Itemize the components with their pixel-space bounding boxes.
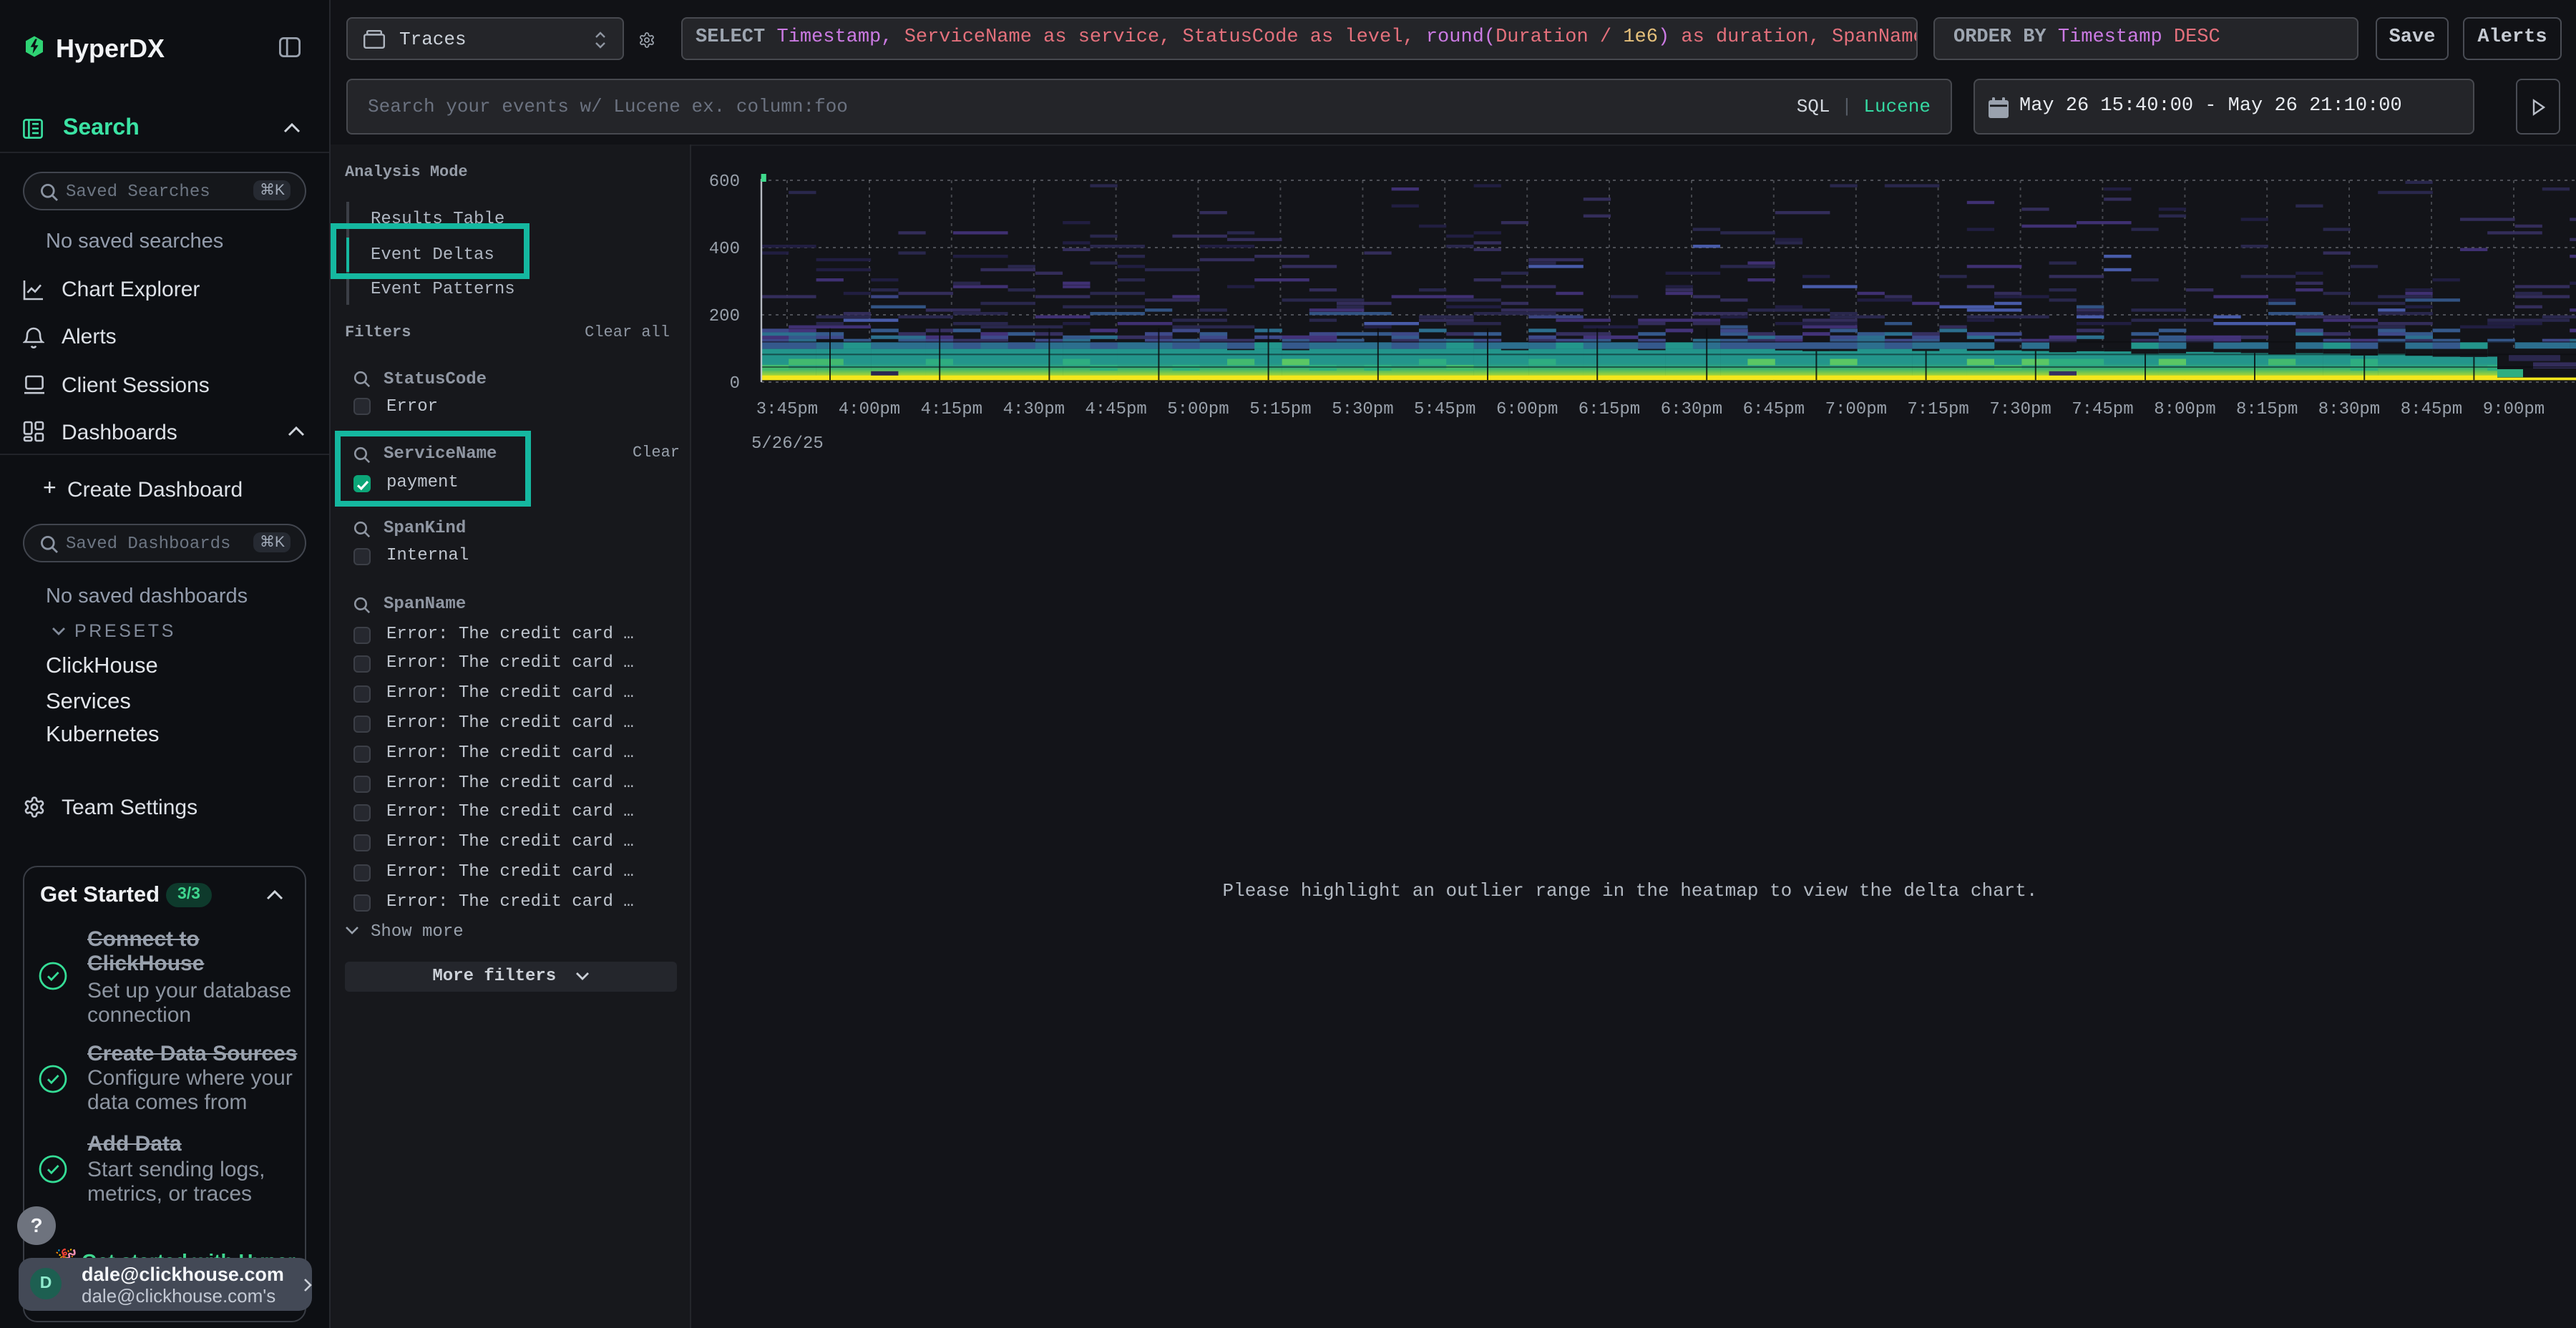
svg-text:4:00pm: 4:00pm bbox=[839, 400, 900, 419]
svg-text:5:00pm: 5:00pm bbox=[1167, 400, 1229, 419]
svg-text:9:00pm: 9:00pm bbox=[2483, 400, 2545, 419]
svg-text:6:45pm: 6:45pm bbox=[1743, 400, 1805, 419]
svg-text:8:15pm: 8:15pm bbox=[2236, 400, 2298, 419]
svg-text:7:00pm: 7:00pm bbox=[1825, 400, 1887, 419]
svg-text:200: 200 bbox=[709, 307, 740, 326]
svg-text:0: 0 bbox=[730, 374, 740, 394]
svg-text:7:45pm: 7:45pm bbox=[2072, 400, 2133, 419]
svg-text:4:45pm: 4:45pm bbox=[1085, 400, 1146, 419]
svg-text:5:15pm: 5:15pm bbox=[1249, 400, 1311, 419]
svg-text:4:15pm: 4:15pm bbox=[921, 400, 982, 419]
svg-text:5/26/25: 5/26/25 bbox=[751, 434, 824, 454]
svg-text:7:15pm: 7:15pm bbox=[1907, 400, 1968, 419]
svg-text:7:30pm: 7:30pm bbox=[1989, 400, 2051, 419]
svg-text:6:15pm: 6:15pm bbox=[1579, 400, 1640, 419]
svg-text:4:30pm: 4:30pm bbox=[1003, 400, 1065, 419]
svg-text:6:00pm: 6:00pm bbox=[1496, 400, 1558, 419]
svg-text:3:45pm: 3:45pm bbox=[756, 400, 818, 419]
svg-text:6:30pm: 6:30pm bbox=[1661, 400, 1722, 419]
svg-text:8:00pm: 8:00pm bbox=[2154, 400, 2215, 419]
svg-text:400: 400 bbox=[709, 240, 740, 259]
svg-text:8:45pm: 8:45pm bbox=[2401, 400, 2462, 419]
svg-text:5:30pm: 5:30pm bbox=[1332, 400, 1393, 419]
svg-text:8:30pm: 8:30pm bbox=[2318, 400, 2380, 419]
svg-text:Please highlight an outlier ra: Please highlight an outlier range in the… bbox=[1223, 880, 2038, 902]
svg-text:600: 600 bbox=[709, 172, 740, 192]
svg-text:5:45pm: 5:45pm bbox=[1414, 400, 1475, 419]
